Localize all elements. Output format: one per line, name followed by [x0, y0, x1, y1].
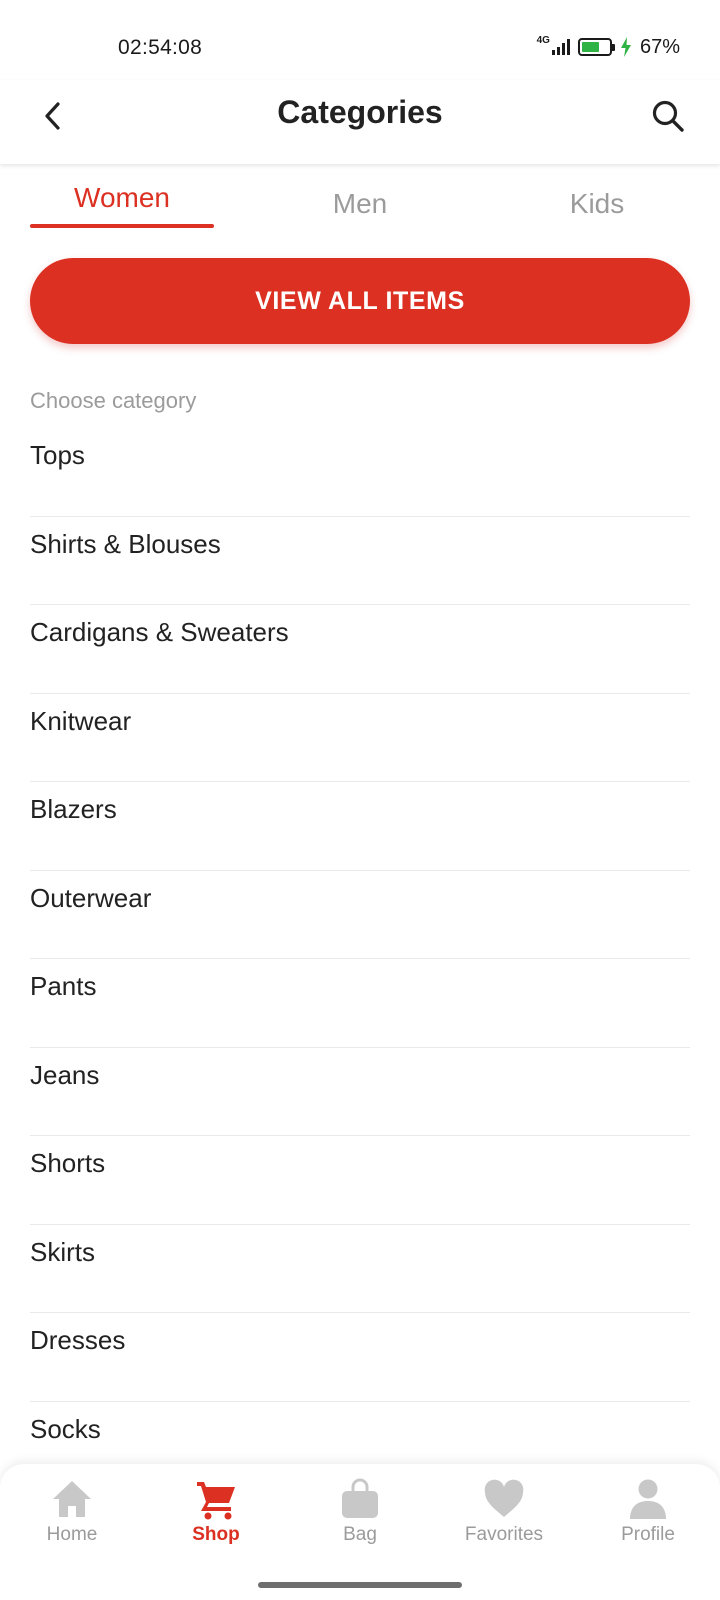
category-label: Knitwear [30, 705, 132, 736]
bag-icon [342, 1478, 378, 1518]
category-item-blazers[interactable]: Blazers [30, 782, 690, 871]
category-item-outerwear[interactable]: Outerwear [30, 871, 690, 959]
category-item-shorts[interactable]: Shorts [30, 1136, 690, 1225]
category-item-jeans[interactable]: Jeans [30, 1048, 690, 1136]
category-item-dresses[interactable]: Dresses [30, 1313, 690, 1402]
status-time: 02:54:08 [118, 36, 203, 59]
category-label: Shorts [30, 1148, 106, 1178]
view-all-items-button[interactable]: VIEW ALL ITEMS [30, 258, 690, 344]
category-label: Jeans [30, 1059, 100, 1090]
category-item-pants[interactable]: Pants [30, 959, 690, 1048]
home-indicator[interactable] [258, 1582, 462, 1588]
nav-profile[interactable]: Profile [593, 1478, 703, 1558]
heart-icon [484, 1479, 524, 1517]
category-item-tops[interactable]: Tops [30, 428, 690, 517]
profile-icon [630, 1479, 666, 1519]
signal-icon [551, 39, 570, 55]
search-button[interactable] [646, 94, 690, 138]
active-tab-indicator [30, 224, 214, 228]
page-title: Categories [277, 94, 443, 130]
category-label: Socks [30, 1413, 101, 1444]
nav-label: Favorites [464, 1524, 544, 1545]
category-list: Tops Shirts & Blouses Cardigans & Sweate… [30, 428, 690, 1490]
category-item-skirts[interactable]: Skirts [30, 1225, 690, 1313]
category-label: Skirts [30, 1236, 95, 1267]
gender-tabs: Women Men Kids [0, 172, 720, 232]
app-bar: Categories [0, 80, 720, 164]
charging-bolt-icon [620, 37, 631, 57]
category-label: Shirts & Blouses [30, 528, 221, 559]
category-label: Dresses [30, 1325, 126, 1355]
category-label: Cardigans & Sweaters [30, 617, 289, 647]
nav-label: Home [46, 1524, 98, 1545]
nav-favorites[interactable]: Favorites [449, 1478, 559, 1558]
category-label: Tops [30, 440, 85, 470]
tab-women[interactable]: Women [30, 182, 214, 214]
nav-shop[interactable]: Shop [161, 1478, 271, 1558]
status-bar: 02:54:08 4G 67% [0, 0, 720, 80]
category-label: Outerwear [30, 882, 152, 913]
network-type: 4G [536, 34, 550, 46]
battery-icon [577, 38, 615, 56]
bottom-navigation: Home Shop Bag Favorites Profile [0, 1464, 720, 1600]
search-icon [652, 100, 684, 132]
tab-men[interactable]: Men [290, 188, 430, 220]
category-item-shirts-blouses[interactable]: Shirts & Blouses [30, 517, 690, 605]
battery-percent: 67% [639, 35, 680, 58]
tab-kids[interactable]: Kids [530, 188, 664, 220]
nav-bag[interactable]: Bag [305, 1478, 415, 1558]
nav-label: Shop [192, 1524, 240, 1545]
cart-icon [197, 1482, 235, 1520]
choose-category-label: Choose category [30, 388, 197, 413]
status-indicators: 4G 67% [537, 34, 680, 60]
category-label: Pants [30, 971, 97, 1001]
category-item-cardigans-sweaters[interactable]: Cardigans & Sweaters [30, 605, 690, 694]
nav-label: Profile [621, 1524, 675, 1545]
battery-level-fill [581, 42, 600, 52]
nav-home[interactable]: Home [17, 1478, 127, 1558]
home-icon [53, 1481, 91, 1517]
category-label: Blazers [30, 794, 117, 824]
nav-label: Bag [343, 1524, 377, 1545]
category-item-knitwear[interactable]: Knitwear [30, 694, 690, 782]
